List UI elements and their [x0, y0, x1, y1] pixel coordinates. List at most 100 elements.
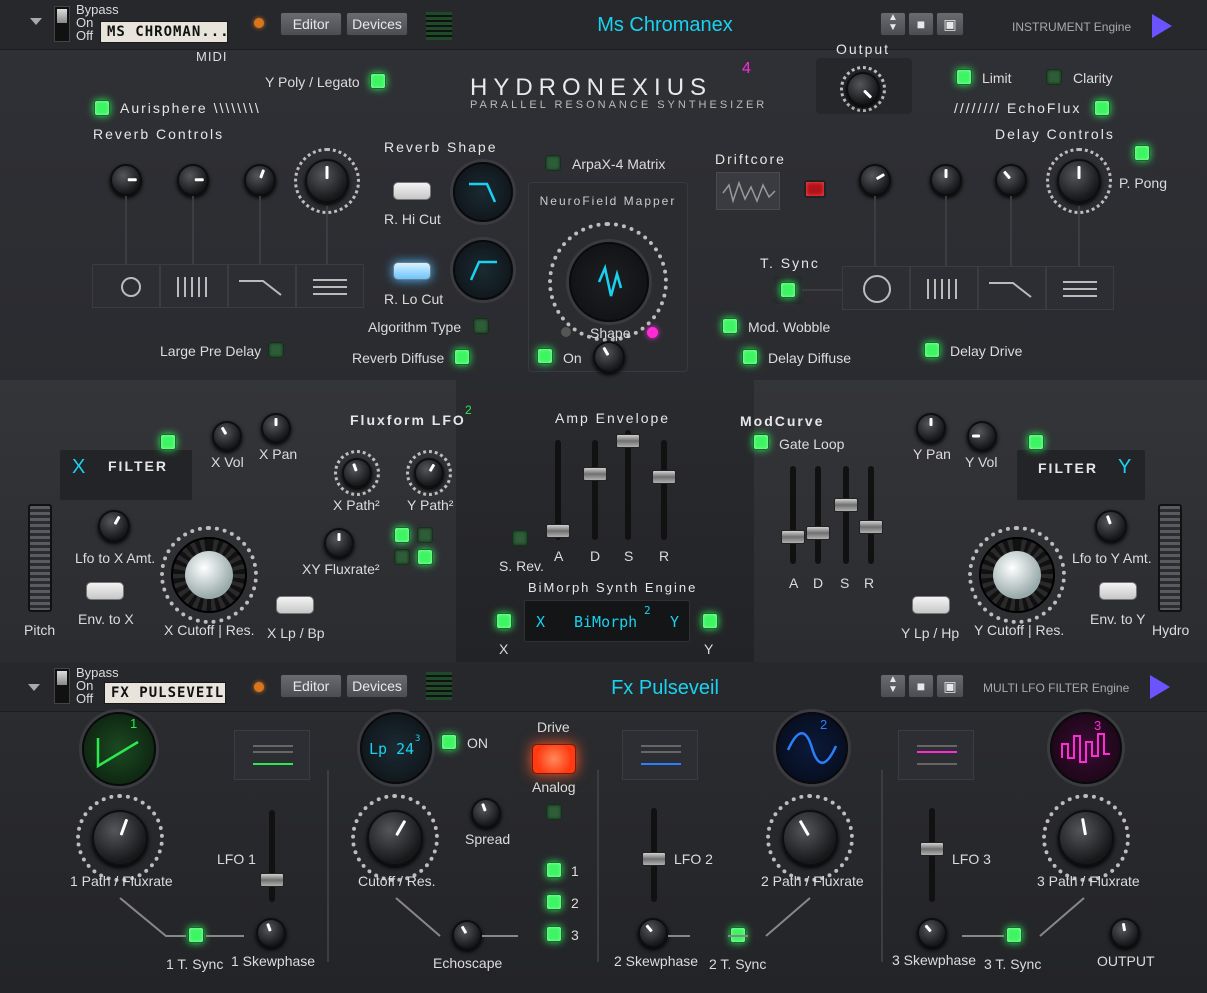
ping-pong-led[interactable] [1134, 145, 1150, 161]
drive-button[interactable] [532, 744, 576, 774]
devices-button[interactable]: Devices [346, 12, 408, 36]
fx-play-icon[interactable] [1150, 675, 1170, 699]
sustain-fader[interactable] [616, 434, 640, 448]
attack-fader[interactable] [546, 524, 570, 538]
folder-icon[interactable]: ■ [908, 12, 934, 36]
reverb-diffuse-led[interactable] [454, 349, 470, 365]
fx-devices-button[interactable]: Devices [346, 674, 408, 698]
y-lp-hp-switch[interactable] [912, 596, 950, 614]
env-to-y-switch[interactable] [1099, 582, 1137, 600]
y-vol-knob[interactable] [967, 421, 997, 451]
delay-diffuse-led[interactable] [742, 349, 758, 365]
fx-preset-name[interactable]: FX PULSEVEIL [104, 682, 226, 704]
skew2-knob[interactable] [638, 918, 668, 948]
x-path-knob[interactable] [342, 458, 372, 488]
lfo1-wave-cell[interactable] [234, 730, 310, 780]
delay-cell-feedback[interactable] [910, 266, 978, 310]
filter-on-led[interactable] [441, 734, 457, 750]
preset-updown-icon[interactable]: ▲ ▼ [880, 12, 906, 36]
tsync1-led[interactable] [188, 927, 204, 943]
delay-drive-led[interactable] [924, 342, 940, 358]
x-pan-knob[interactable] [261, 413, 291, 443]
reverb-cell-damp[interactable] [228, 264, 296, 308]
y-pan-knob[interactable] [916, 413, 946, 443]
select-2-led[interactable] [546, 894, 562, 910]
pitch-wheel[interactable] [28, 504, 52, 612]
aurisphere-led[interactable] [94, 100, 110, 116]
lfo2-wave-cell[interactable] [622, 730, 698, 780]
shape-knob[interactable] [569, 242, 649, 322]
arpax-led[interactable] [545, 155, 561, 171]
select-3-led[interactable] [546, 926, 562, 942]
reverb-mix-knob[interactable] [305, 159, 349, 203]
reverb-knob-1[interactable] [110, 164, 142, 196]
lfo-shape-led-2[interactable] [417, 527, 433, 543]
mod-s-fader[interactable] [834, 498, 858, 512]
delay-mix-knob[interactable] [1057, 159, 1101, 203]
save-icon[interactable]: ▣ [936, 12, 964, 36]
preset-name[interactable]: MS CHROMAN... [100, 21, 228, 43]
output-knob[interactable] [846, 72, 880, 106]
x-lp-bp-switch[interactable] [276, 596, 314, 614]
poly-legato-led[interactable] [370, 73, 386, 89]
lfo-shape-led-1[interactable] [394, 527, 410, 543]
y-cutoff-knob[interactable] [979, 537, 1055, 613]
skew3-knob[interactable] [917, 918, 947, 948]
neurofield-on-led[interactable] [537, 348, 553, 364]
path2-knob[interactable] [782, 810, 838, 866]
spread-knob[interactable] [471, 798, 501, 828]
select-1-led[interactable] [546, 862, 562, 878]
skew1-knob[interactable] [256, 918, 286, 948]
reverb-cell-mix[interactable] [296, 264, 364, 308]
tsync3-led[interactable] [1006, 927, 1022, 943]
collapse-arrow-icon[interactable] [30, 18, 42, 25]
algorithm-type-led[interactable] [473, 318, 489, 334]
release-fader[interactable] [652, 470, 676, 484]
neurofield-amount-knob[interactable] [593, 341, 625, 373]
s-rev-led[interactable] [512, 530, 528, 546]
x-cutoff-knob[interactable] [171, 537, 247, 613]
analog-led[interactable] [546, 804, 562, 820]
hydro-wheel[interactable] [1158, 504, 1182, 612]
fx-bypass-switch[interactable] [54, 668, 70, 704]
mod-r-fader[interactable] [859, 520, 883, 534]
output-fx-knob[interactable] [1110, 918, 1140, 948]
editor-button[interactable]: Editor [280, 12, 342, 36]
reverb-cell-size[interactable] [92, 264, 160, 308]
delay-cell-time[interactable] [842, 266, 910, 310]
path3-knob[interactable] [1058, 810, 1114, 866]
y-filter-led[interactable] [1028, 434, 1044, 450]
env-to-x-switch[interactable] [86, 582, 124, 600]
mod-d-fader[interactable] [806, 526, 830, 540]
delay-cell-mix[interactable] [1046, 266, 1114, 310]
lfo2-fader[interactable] [642, 852, 666, 866]
delay-cell-damp[interactable] [978, 266, 1046, 310]
fx-collapse-arrow-icon[interactable] [28, 684, 40, 691]
delay-knob-1[interactable] [859, 164, 891, 196]
limit-led[interactable] [956, 69, 972, 85]
clarity-led[interactable] [1046, 69, 1062, 85]
delay-knob-2[interactable] [930, 164, 962, 196]
x-vol-knob[interactable] [212, 421, 242, 451]
reverb-knob-3[interactable] [244, 164, 276, 196]
lfo-shape-led-4[interactable] [417, 549, 433, 565]
reverb-locut-switch[interactable] [393, 262, 431, 280]
path1-knob[interactable] [92, 810, 148, 866]
fx-save-icon[interactable]: ▣ [936, 674, 964, 698]
t-sync-led[interactable] [780, 282, 796, 298]
y-path-knob[interactable] [414, 458, 444, 488]
mod-a-fader[interactable] [781, 530, 805, 544]
lfo-to-x-knob[interactable] [98, 510, 130, 542]
reverb-knob-2[interactable] [177, 164, 209, 196]
driftcore-button[interactable] [804, 180, 826, 198]
lfo1-fader[interactable] [260, 873, 284, 887]
reverb-cell-density[interactable] [160, 264, 228, 308]
delay-knob-3[interactable] [995, 164, 1027, 196]
bimorph-y-led[interactable] [702, 613, 718, 629]
lfo3-wave-cell[interactable] [898, 730, 974, 780]
echoflux-led[interactable] [1094, 100, 1110, 116]
bypass-switch[interactable] [54, 6, 70, 42]
play-icon[interactable] [1152, 14, 1172, 38]
reverb-hicut-switch[interactable] [393, 182, 431, 200]
xy-fluxrate-knob[interactable] [324, 528, 354, 558]
